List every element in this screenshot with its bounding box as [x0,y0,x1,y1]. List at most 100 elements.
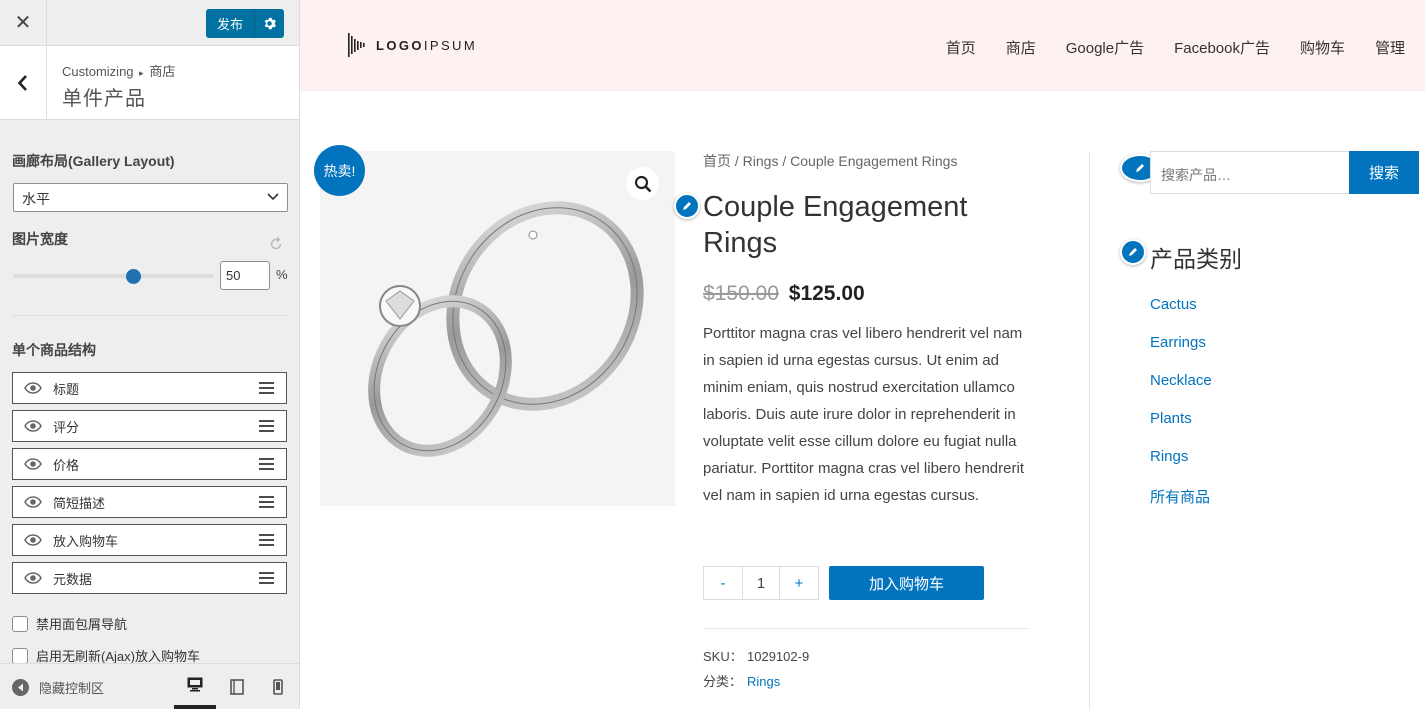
structure-item-price[interactable]: 价格 [12,448,287,480]
structure-item-meta[interactable]: 元数据 [12,562,287,594]
drag-handle[interactable] [246,382,286,394]
category-link[interactable]: Rings [747,674,780,689]
add-to-cart-button[interactable]: 加入购物车 [829,566,984,600]
customizer-topbar: ✕ 发布 [0,0,299,46]
publish-button-group: 发布 [206,9,284,38]
visibility-toggle[interactable] [13,496,53,508]
category-link[interactable]: 所有商品 [1150,486,1212,524]
preview-desktop-button[interactable] [174,664,216,709]
structure-item-label: 放入购物车 [53,533,119,549]
edit-categories-widget-shortcut[interactable] [1120,239,1146,265]
hide-controls-label: 隐藏控制区 [39,681,105,696]
nav-item-home[interactable]: 首页 [946,37,976,58]
structure-item-label: 标题 [53,381,80,397]
reset-icon [270,236,282,250]
breadcrumb-section: 商店 [149,64,176,79]
image-width-input[interactable]: 50 [220,261,270,290]
product-search-button[interactable]: 搜索 [1349,151,1419,194]
product-title: Couple Engagement Rings [703,191,968,259]
menu-icon [258,496,274,508]
disable-breadcrumb-checkbox[interactable]: 禁用面包屑导航 [12,614,127,633]
menu-icon [258,572,274,584]
drag-handle[interactable] [246,420,286,432]
gallery-layout-value: 水平 [22,191,50,207]
quantity-plus-button[interactable]: + [780,567,818,599]
product-summary: 首页 / Rings / Couple Engagement Rings Cou… [703,151,1033,689]
hide-controls-button[interactable]: 隐藏控制区 [12,678,104,697]
structure-item-rating[interactable]: 评分 [12,410,287,442]
nav-item-google-ads[interactable]: Google广告 [1066,37,1144,58]
section-header: Customizing ▸ 商店 单件产品 [0,46,299,120]
chevron-left-icon [17,74,27,91]
edit-summary-shortcut[interactable] [674,193,700,219]
mobile-icon [273,678,283,695]
image-width-slider-thumb[interactable] [126,269,141,284]
close-customizer-button[interactable]: ✕ [0,0,47,45]
checkbox-box[interactable] [12,647,28,664]
sku-label: SKU： [703,649,743,664]
checkbox-box[interactable] [12,615,28,632]
checkbox-label: 禁用面包屑导航 [36,617,128,632]
product-breadcrumb[interactable]: 首页 / Rings / Couple Engagement Rings [703,151,1033,171]
nav-item-admin[interactable]: 管理 [1375,37,1405,58]
gallery-layout-label: 画廊布局(Gallery Layout) [12,153,175,169]
category-link[interactable]: Plants [1150,410,1212,448]
structure-item-short-description[interactable]: 简短描述 [12,486,287,518]
menu-icon [258,420,274,432]
drag-handle[interactable] [246,496,286,508]
gallery-layout-select[interactable]: 水平 [13,183,288,212]
image-width-slider-track[interactable] [13,274,214,278]
reset-image-width-button[interactable] [268,236,284,257]
eye-icon [24,496,42,508]
logo-text: LOGOIPSUM [376,38,477,53]
product-search-input[interactable]: 搜索产品… [1150,151,1350,194]
structure-item-add-to-cart[interactable]: 放入购物车 [12,524,287,556]
customizer-panel: ✕ 发布 Customizing ▸ 商店 单件产品 画廊布局(Gallery … [0,0,300,709]
quantity-minus-button[interactable]: - [704,567,742,599]
category-link[interactable]: Cactus [1150,296,1212,334]
gallery-zoom-button[interactable] [626,167,659,200]
pencil-icon [1129,248,1137,256]
structure-item-label: 简短描述 [53,495,106,511]
eye-icon [24,420,42,432]
main-nav: 首页 商店 Google广告 Facebook广告 购物车 管理 [916,37,1405,58]
visibility-toggle[interactable] [13,458,53,470]
image-width-label: 图片宽度 [12,231,68,247]
visibility-toggle[interactable] [13,420,53,432]
visibility-toggle[interactable] [13,382,53,394]
drag-handle[interactable] [246,458,286,470]
product-gallery[interactable] [320,151,675,506]
preview-tablet-button[interactable] [216,664,258,709]
nav-item-shop[interactable]: 商店 [1006,37,1036,58]
drag-handle[interactable] [246,534,286,546]
visibility-toggle[interactable] [13,572,53,584]
quantity-stepper[interactable]: - 1 + [703,566,819,600]
category-link[interactable]: Rings [1150,448,1212,486]
publish-settings-button[interactable] [254,9,284,38]
gear-icon [264,17,276,30]
preview-mobile-button[interactable] [257,664,299,709]
site-logo[interactable]: LOGOIPSUM [348,31,477,59]
nav-item-cart[interactable]: 购物车 [1300,37,1345,58]
desktop-icon [187,677,203,692]
structure-item-label: 价格 [53,457,80,473]
back-button[interactable] [0,46,47,119]
price-sale: $125.00 [788,282,865,305]
breadcrumb-arrow-icon: ▸ [139,68,144,78]
structure-item-title[interactable]: 标题 [12,372,287,404]
product-categories-list: Cactus Earrings Necklace Plants Rings 所有… [1150,296,1212,524]
quantity-input[interactable]: 1 [742,567,780,599]
publish-button[interactable]: 发布 [206,14,254,33]
price-regular: $150.00 [703,282,779,305]
product-price: $150.00 $125.00 [703,282,1033,306]
category-link[interactable]: Necklace [1150,372,1212,410]
drag-handle[interactable] [246,572,286,584]
tablet-icon [230,678,244,695]
visibility-toggle[interactable] [13,534,53,546]
structure-item-label: 元数据 [53,571,93,587]
pencil-icon [683,202,691,210]
eye-icon [24,382,42,394]
category-link[interactable]: Earrings [1150,334,1212,372]
structure-label: 单个商品结构 [12,342,96,358]
nav-item-facebook-ads[interactable]: Facebook广告 [1174,37,1270,58]
